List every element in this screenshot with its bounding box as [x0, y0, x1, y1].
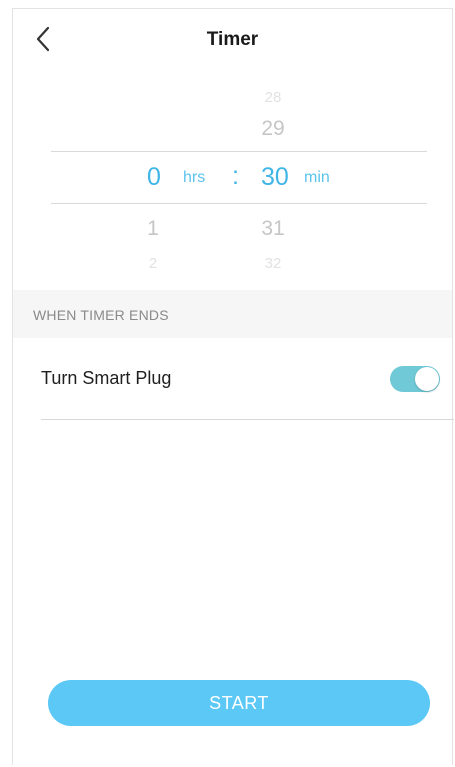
minutes-option[interactable]: 32	[243, 255, 303, 272]
plug-toggle[interactable]	[390, 366, 440, 392]
page-title: Timer	[206, 29, 259, 50]
minutes-unit: min	[304, 169, 330, 186]
selected-hours[interactable]: 0	[147, 163, 161, 192]
hours-option[interactable]: 2	[123, 255, 183, 272]
header: Timer	[13, 9, 452, 69]
time-separator: :	[232, 162, 239, 190]
selected-time: 0 hrs : 30 min	[13, 162, 452, 203]
toggle-knob	[415, 367, 439, 391]
selection-bottom-divider	[51, 203, 427, 204]
minutes-option[interactable]: 29	[243, 117, 303, 141]
minutes-option[interactable]: 31	[243, 217, 303, 241]
section-title: WHEN TIMER ENDS	[33, 307, 169, 323]
start-button[interactable]: START	[48, 680, 430, 726]
minutes-option[interactable]: 28	[243, 89, 303, 106]
section-header: WHEN TIMER ENDS	[13, 290, 452, 338]
screen: Timer 1 2 28 29 31 32 0 hrs : 30 min WHE…	[12, 8, 454, 765]
hours-option[interactable]: 1	[123, 217, 183, 241]
selected-minutes[interactable]: 30	[261, 163, 289, 192]
action-label: Turn Smart Plug	[41, 368, 172, 388]
selection-top-divider	[51, 151, 427, 152]
action-row: Turn Smart Plug	[41, 339, 454, 420]
hours-unit: hrs	[183, 169, 206, 186]
time-picker[interactable]: 1 2 28 29 31 32 0 hrs : 30 min	[13, 79, 452, 289]
